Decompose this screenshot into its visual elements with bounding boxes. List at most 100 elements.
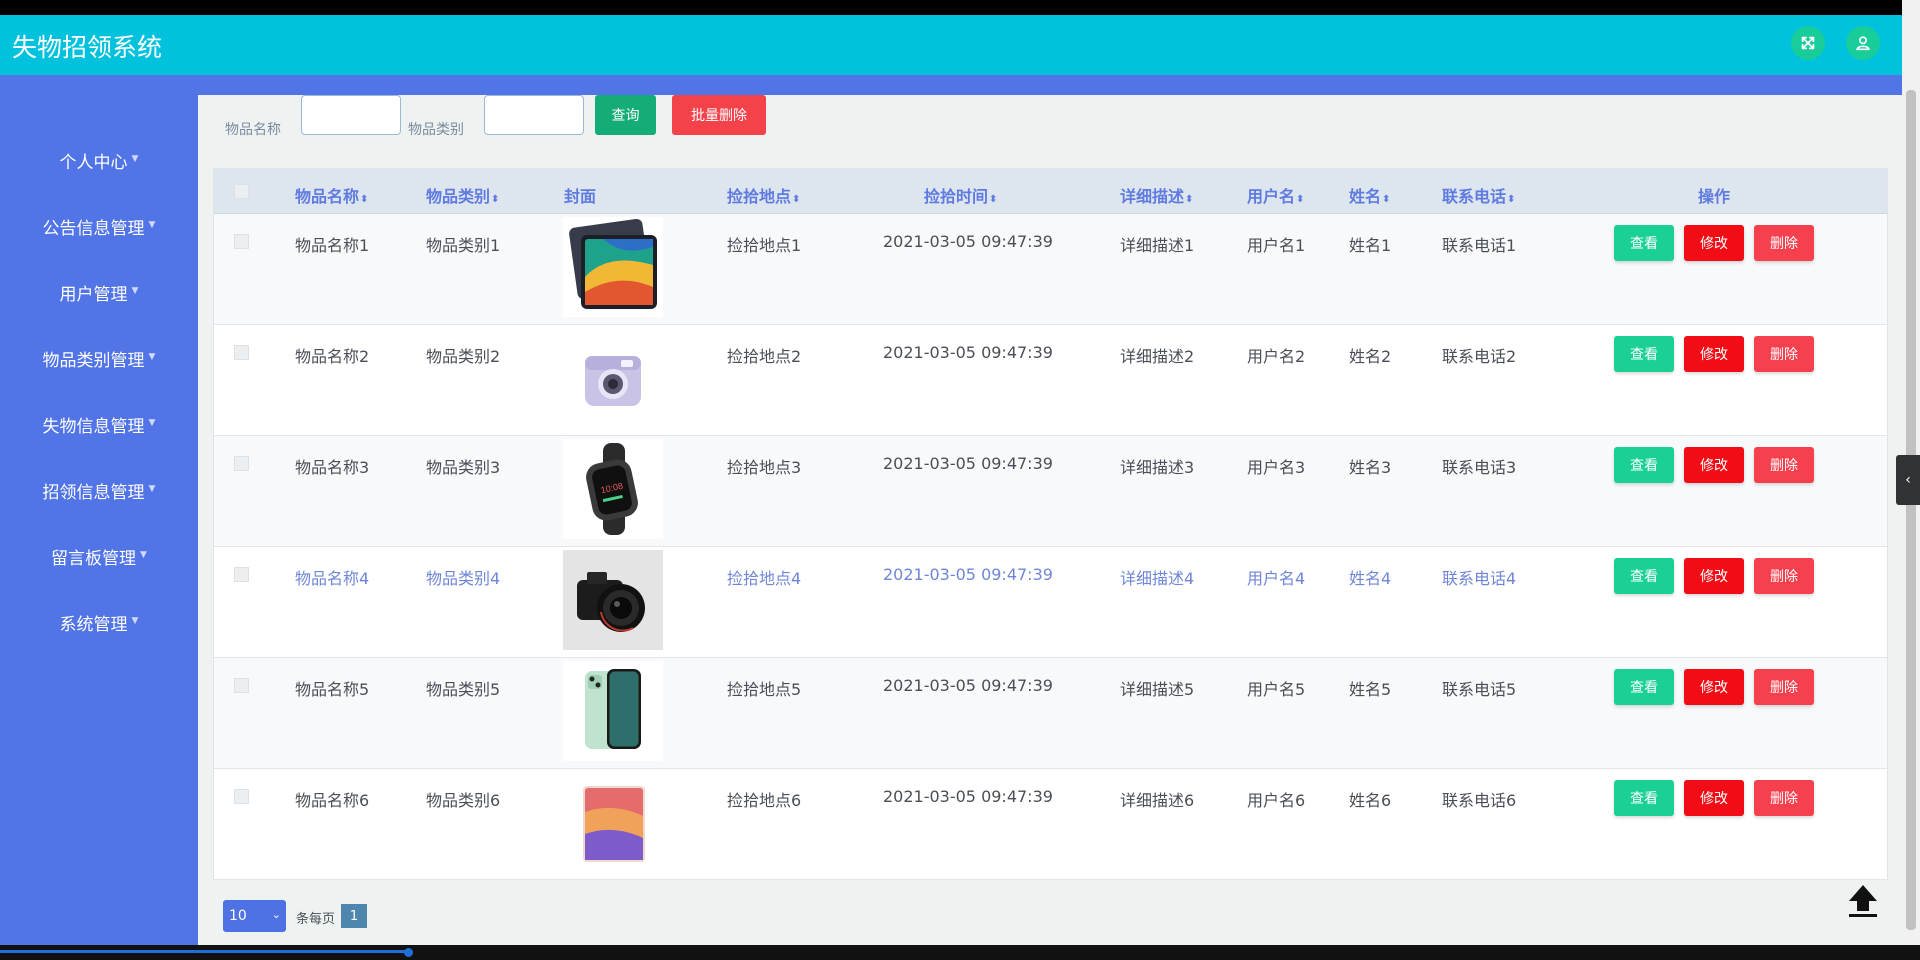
sidebar-item-user-management[interactable]: 用户管理 ▼ <box>0 272 198 312</box>
column-header-pickup-time[interactable]: 捡拾时间⬍ <box>924 183 997 207</box>
cell-phone: 联系电话2 <box>1442 347 1517 366</box>
chevron-left-icon[interactable]: ‹ <box>1896 455 1920 505</box>
cell-item-name: 物品名称6 <box>295 791 370 810</box>
table-row[interactable]: 物品名称2 物品类别2 捡拾地点2 2021-03-05 09:47:39 详细… <box>214 325 1887 436</box>
sidebar-item-notice-management[interactable]: 公告信息管理 ▼ <box>0 206 198 246</box>
cover-image-tablet[interactable] <box>563 217 663 317</box>
scrollbar-thumb[interactable] <box>1906 90 1916 930</box>
view-button[interactable]: 查看 <box>1614 336 1674 372</box>
cell-item-category: 物品类别3 <box>426 458 501 477</box>
delete-button[interactable]: 删除 <box>1754 780 1814 816</box>
cell-item-name: 物品名称3 <box>295 458 370 477</box>
delete-button[interactable]: 删除 <box>1754 669 1814 705</box>
cell-username: 用户名1 <box>1247 236 1306 255</box>
column-header-label: 姓名 <box>1349 187 1382 206</box>
sidebar-item-category-management[interactable]: 物品类别管理 ▼ <box>0 338 198 378</box>
sidebar-item-claim-management[interactable]: 招领信息管理 ▼ <box>0 470 198 510</box>
column-header-realname[interactable]: 姓名⬍ <box>1349 183 1390 207</box>
cover-image-smart-band[interactable]: 10:08 <box>563 439 663 539</box>
edit-button[interactable]: 修改 <box>1684 669 1744 705</box>
row-checkbox[interactable] <box>234 789 249 804</box>
edit-button[interactable]: 修改 <box>1684 225 1744 261</box>
table-row[interactable]: 物品名称4 物品类别4 捡拾地点4 2021-03-05 09:47:39 详细… <box>214 547 1887 658</box>
user-icon[interactable] <box>1846 26 1880 60</box>
cell-description: 详细描述5 <box>1120 680 1195 699</box>
column-header-label: 捡拾时间 <box>924 187 989 206</box>
cell-username: 用户名2 <box>1247 347 1306 366</box>
row-checkbox[interactable] <box>234 234 249 249</box>
row-checkbox[interactable] <box>234 345 249 360</box>
cell-item-name: 物品名称1 <box>295 236 370 255</box>
sort-icon: ⬍ <box>1507 194 1516 205</box>
cell-pickup-time: 2021-03-05 09:47:39 <box>883 676 1053 695</box>
table-row[interactable]: 物品名称1 物品类别1 捡拾地点1 2021-03-05 09:47:39 详细… <box>214 214 1887 325</box>
item-name-input[interactable] <box>301 95 401 135</box>
cell-item-name: 物品名称2 <box>295 347 370 366</box>
cover-image-smartphone[interactable] <box>563 661 663 761</box>
sidebar-item-label: 招领信息管理 <box>42 482 145 503</box>
sidebar-item-label: 留言板管理 <box>51 548 137 569</box>
sidebar-item-lost-item-management[interactable]: 失物信息管理 ▼ <box>0 404 198 444</box>
table-row[interactable]: 物品名称5 物品类别5 捡拾地点5 2021-03-05 09:47:39 详细… <box>214 658 1887 769</box>
cell-realname: 姓名2 <box>1349 347 1392 366</box>
edit-button[interactable]: 修改 <box>1684 780 1744 816</box>
edit-button[interactable]: 修改 <box>1684 336 1744 372</box>
delete-button[interactable]: 删除 <box>1754 336 1814 372</box>
column-header-pickup-place[interactable]: 捡拾地点⬍ <box>727 183 800 207</box>
edit-button[interactable]: 修改 <box>1684 447 1744 483</box>
cover-image-ipad[interactable] <box>563 772 663 872</box>
view-button[interactable]: 查看 <box>1614 447 1674 483</box>
view-button[interactable]: 查看 <box>1614 669 1674 705</box>
item-category-input[interactable] <box>484 95 584 135</box>
column-header-item-category[interactable]: 物品类别⬍ <box>426 183 499 207</box>
cell-phone: 联系电话6 <box>1442 791 1517 810</box>
cell-pickup-place: 捡拾地点2 <box>727 347 802 366</box>
view-button[interactable]: 查看 <box>1614 780 1674 816</box>
video-progress-bar[interactable] <box>0 950 410 953</box>
cell-realname: 姓名3 <box>1349 458 1392 477</box>
cell-description: 详细描述4 <box>1120 569 1195 588</box>
select-all-checkbox[interactable] <box>234 184 249 199</box>
row-checkbox[interactable] <box>234 456 249 471</box>
delete-button[interactable]: 删除 <box>1754 558 1814 594</box>
table-row[interactable]: 物品名称3 物品类别3 10:08 捡拾地点3 2021-03-05 09:47… <box>214 436 1887 547</box>
row-checkbox[interactable] <box>234 567 249 582</box>
column-header-cover: 封面 <box>564 183 596 207</box>
fullscreen-icon[interactable] <box>1791 26 1825 60</box>
search-button[interactable]: 查询 <box>595 95 656 135</box>
view-button[interactable]: 查看 <box>1614 225 1674 261</box>
table-row[interactable]: 物品名称6 物品类别6 捡拾地点6 2021-03-05 09:47:39 详细… <box>214 769 1887 880</box>
page-number-button[interactable]: 1 <box>341 904 367 928</box>
row-checkbox[interactable] <box>234 678 249 693</box>
view-button[interactable]: 查看 <box>1614 558 1674 594</box>
cover-image-instant-camera[interactable] <box>563 328 663 428</box>
page-size-select[interactable]: 10 ⌄ <box>223 900 286 932</box>
cell-username: 用户名6 <box>1247 791 1306 810</box>
caret-down-icon: ▼ <box>131 286 139 296</box>
sidebar-item-system-management[interactable]: 系统管理 ▼ <box>0 602 198 642</box>
cell-item-category: 物品类别6 <box>426 791 501 810</box>
column-header-phone[interactable]: 联系电话⬍ <box>1442 183 1515 207</box>
sidebar-item-personal-center[interactable]: 个人中心 ▼ <box>0 140 198 180</box>
batch-delete-button[interactable]: 批量删除 <box>672 95 766 135</box>
column-header-label: 用户名 <box>1247 187 1296 206</box>
sidebar-item-label: 失物信息管理 <box>42 416 145 437</box>
edit-button[interactable]: 修改 <box>1684 558 1744 594</box>
column-header-username[interactable]: 用户名⬍ <box>1247 183 1304 207</box>
delete-button[interactable]: 删除 <box>1754 447 1814 483</box>
data-table: 物品名称⬍ 物品类别⬍ 封面 捡拾地点⬍ 捡拾时间⬍ 详细描述⬍ 用户名⬍ 姓名… <box>213 168 1888 880</box>
column-header-description[interactable]: 详细描述⬍ <box>1120 183 1193 207</box>
caret-down-icon: ▼ <box>148 484 156 494</box>
page-size-value: 10 <box>229 908 247 924</box>
cover-image-dslr-camera[interactable] <box>563 550 663 650</box>
caret-down-icon: ▼ <box>131 154 139 164</box>
column-header-label: 操作 <box>1698 187 1731 206</box>
column-header-item-name[interactable]: 物品名称⬍ <box>295 183 368 207</box>
delete-button[interactable]: 删除 <box>1754 225 1814 261</box>
video-progress-handle[interactable] <box>404 948 413 957</box>
sidebar-item-message-board[interactable]: 留言板管理 ▼ <box>0 536 198 576</box>
per-page-label: 条每页 <box>296 912 336 927</box>
cell-item-category: 物品类别4 <box>426 569 501 588</box>
cell-pickup-place: 捡拾地点1 <box>727 236 802 255</box>
back-to-top-icon[interactable] <box>1843 881 1883 921</box>
